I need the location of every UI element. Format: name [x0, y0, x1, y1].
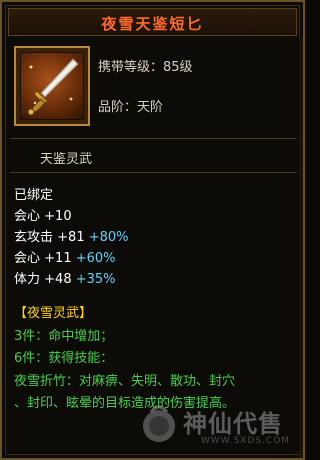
shenxian-logo-icon	[143, 405, 175, 442]
stat-name: 玄攻击	[14, 230, 54, 245]
panel-edge	[299, 38, 303, 458]
stat-row: 玄攻击 +81 +80%	[14, 226, 129, 245]
stat-name: 会心	[14, 209, 41, 224]
divider-top	[10, 138, 297, 139]
item-category: 天鉴灵武	[40, 152, 93, 167]
item-grade: 品阶：天阶	[98, 100, 164, 115]
item-icon-background	[20, 52, 84, 120]
set-title: 【夜雪灵武】	[14, 306, 93, 321]
set-bonus-line: 6件：获得技能：	[14, 351, 114, 366]
stat-value: +10	[44, 209, 72, 224]
divider-middle	[10, 172, 297, 173]
stat-name: 会心	[14, 251, 41, 266]
stat-row: 会心 +10	[14, 205, 72, 224]
stat-bonus: +35%	[75, 272, 116, 287]
stat-value: +11	[44, 251, 72, 266]
carry-level: 携带等级：85级	[98, 60, 193, 75]
item-name: 夜雪天鉴短匕	[101, 15, 204, 33]
item-tooltip: 夜雪天鉴短匕 携带等级：85级 品阶：天阶 天鉴灵武 已绑定 会心 +10 玄攻…	[0, 0, 305, 460]
stat-value: +48	[44, 272, 72, 287]
watermark-url: WWW.SXDS.COM	[201, 436, 291, 446]
stat-bonus: +80%	[88, 230, 129, 245]
stat-value: +81	[57, 230, 85, 245]
bound-status: 已绑定	[14, 188, 54, 203]
watermark-logo-text: 神仙代售	[183, 410, 283, 438]
stat-bonus: +60%	[75, 251, 116, 266]
watermark: 神仙代售 WWW.SXDS.COM	[139, 398, 289, 454]
set-skill-line: 夜雪折竹：对麻痹、失明、散功、封穴	[14, 374, 236, 389]
stat-name: 体力	[14, 272, 41, 287]
stat-row: 会心 +11 +60%	[14, 247, 116, 266]
title-bar: 夜雪天鉴短匕	[8, 8, 297, 36]
item-icon-frame[interactable]	[14, 46, 90, 126]
stat-row: 体力 +48 +35%	[14, 268, 116, 287]
set-bonus-line: 3件：命中增加；	[14, 329, 114, 344]
dagger-icon	[27, 58, 79, 116]
